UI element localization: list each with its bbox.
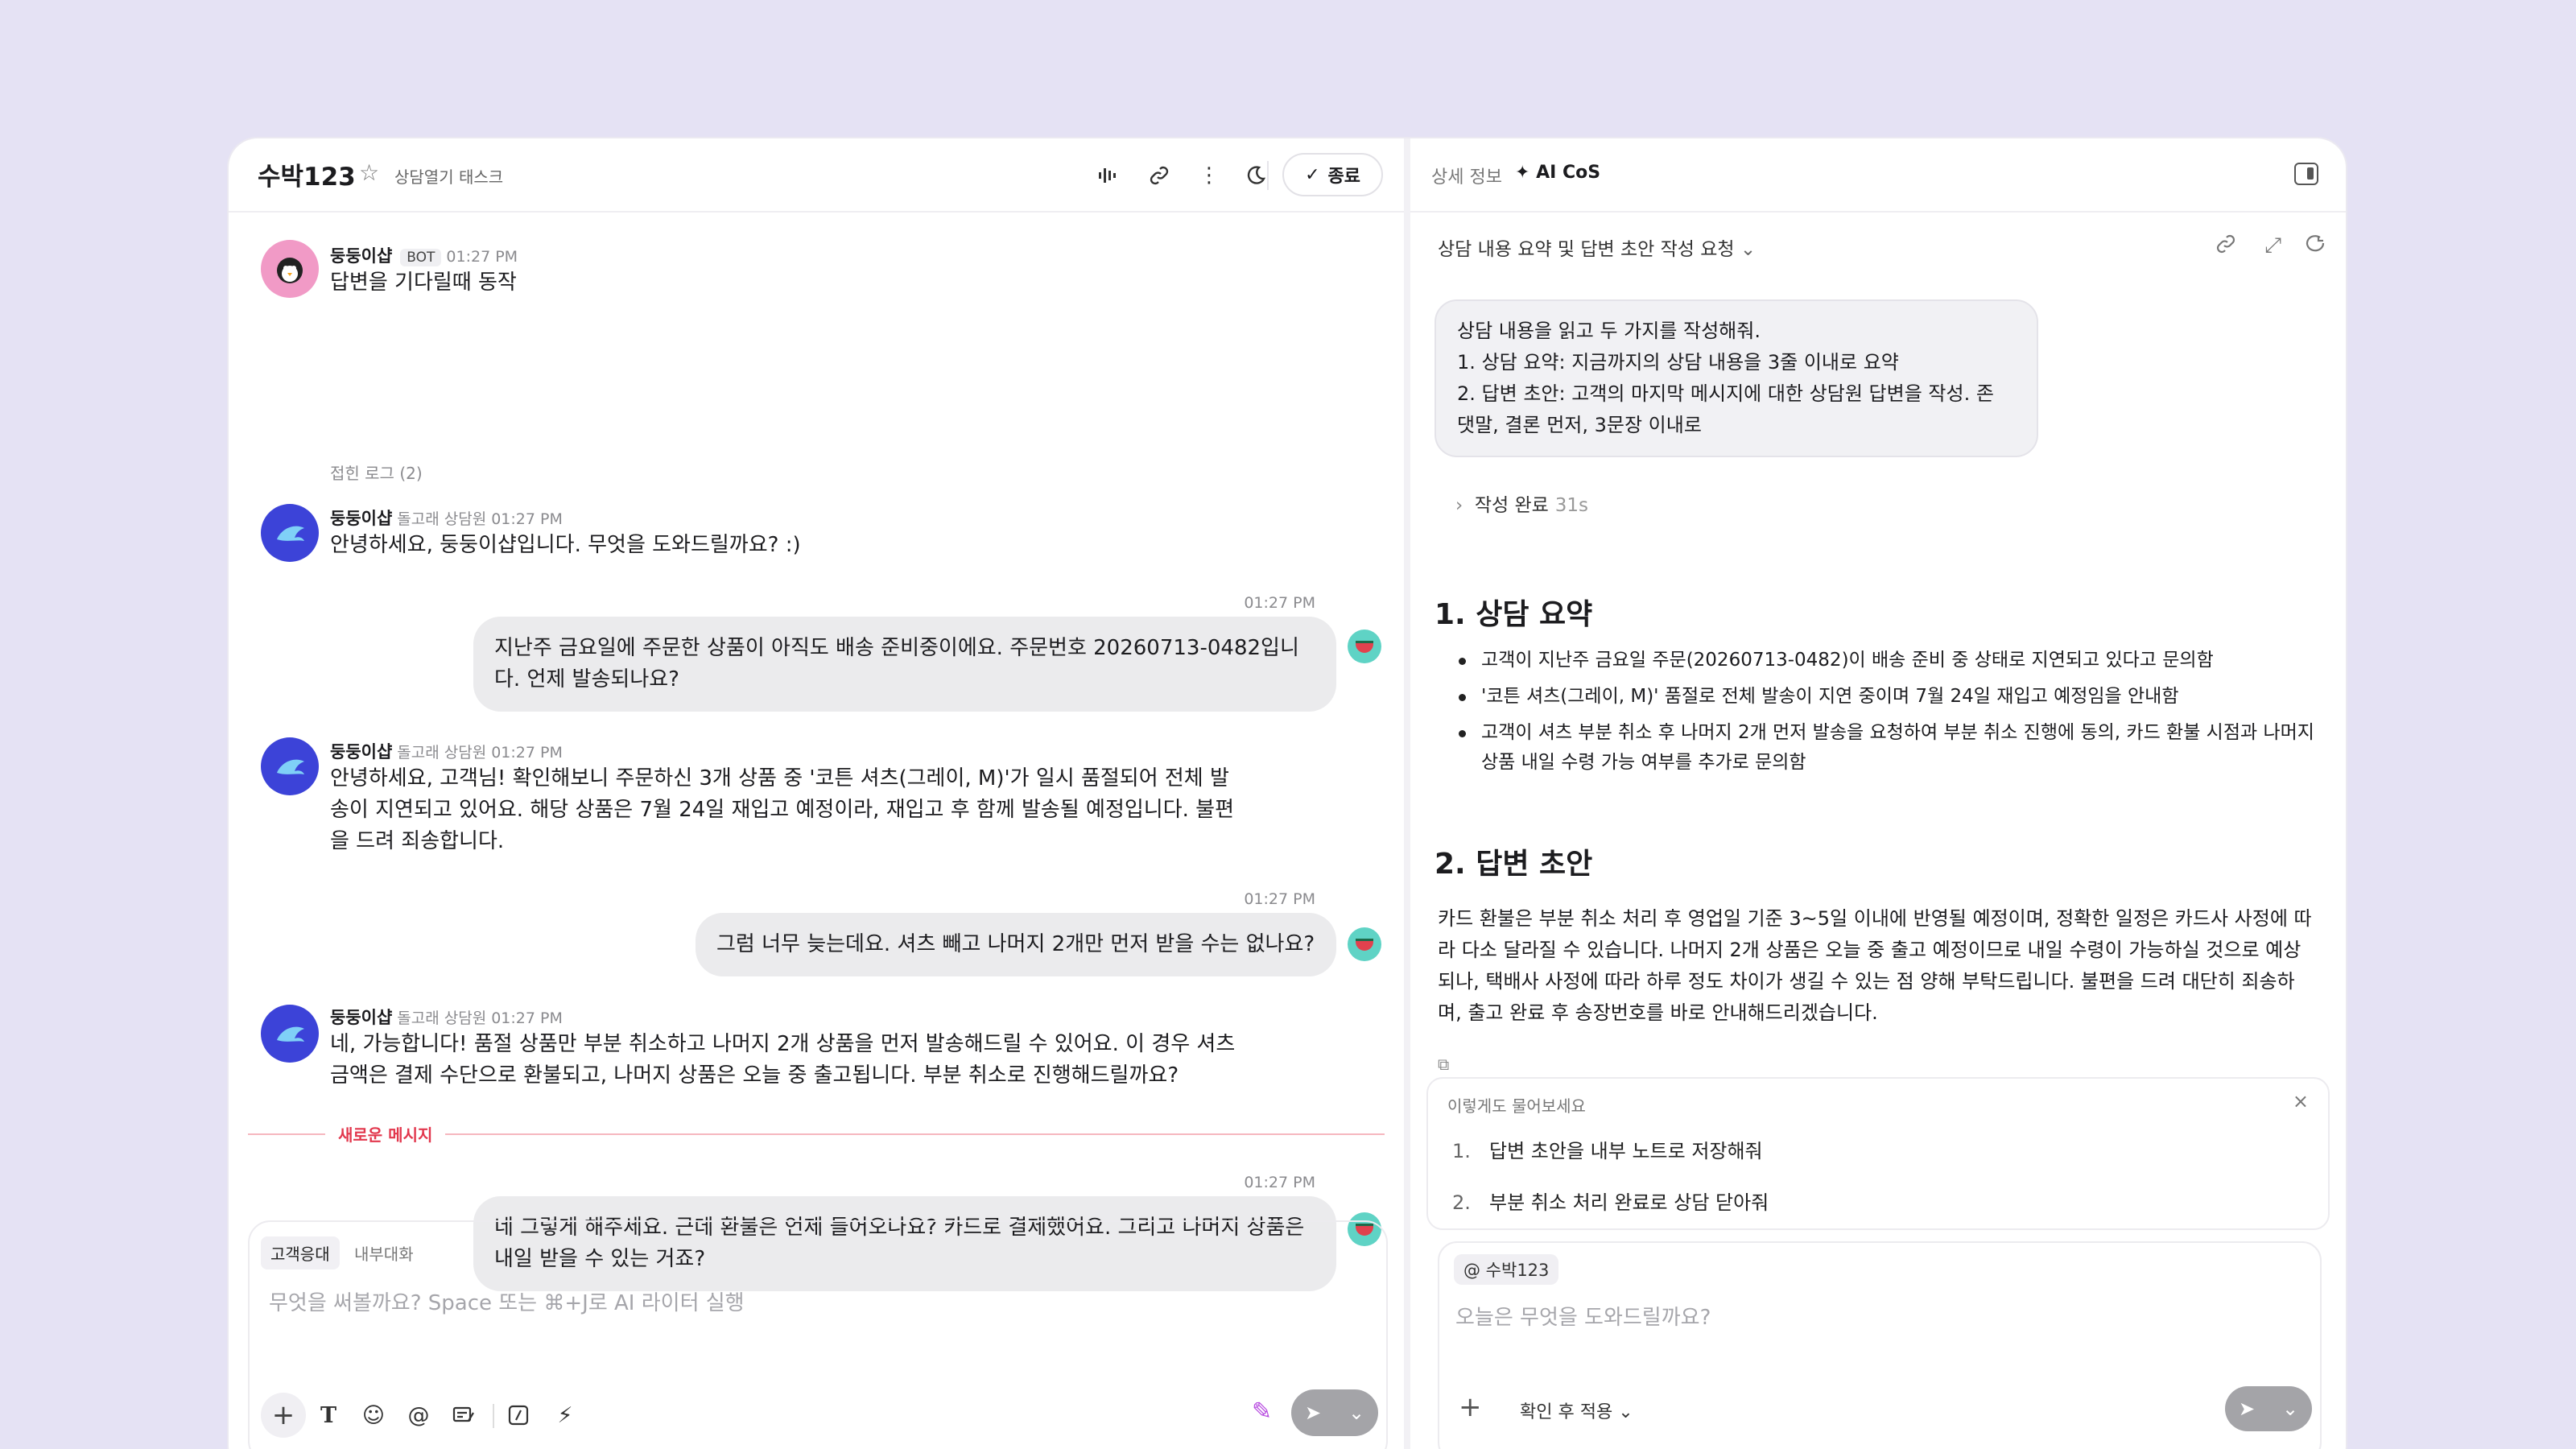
close-icon[interactable]: ×	[2293, 1090, 2309, 1113]
send-button[interactable]: ➤ ⌄	[1291, 1389, 1378, 1436]
agent-message-text: 안녕하세요, 고객님! 확인해보니 주문하신 3개 상품 중 '코튼 셔츠(그레…	[330, 766, 1235, 853]
agent-message-text: 네, 가능합니다! 품절 상품만 부분 취소하고 나머지 2개 상품을 먼저 발…	[330, 1032, 1236, 1088]
send-icon: ➤	[1304, 1402, 1322, 1424]
chevron-right-icon: ›	[1455, 495, 1463, 516]
check-icon: ✓	[1305, 164, 1320, 185]
panel-toggle-icon[interactable]	[2294, 163, 2318, 185]
agent-avatar	[261, 504, 319, 562]
ai-input[interactable]: 오늘은 무엇을 도와드릴까요?	[1455, 1301, 1711, 1331]
draft-reply-text: 카드 환불은 부분 취소 처리 후 영업일 기준 3~5일 이내에 반영될 예정…	[1438, 907, 2312, 1024]
ai-panel: 상세 정보 ✦ AI CoS 상담 내용 요약 및 답변 초안 작성 요청 ⌄ …	[1410, 138, 2346, 1449]
ai-send-button[interactable]: ➤ ⌄	[2225, 1386, 2312, 1431]
copy-icon[interactable]: ⧉	[1438, 1055, 1449, 1074]
tab-customer-reply[interactable]: 고객응대	[261, 1236, 340, 1269]
request-selector[interactable]: 상담 내용 요약 및 답변 초안 작성 요청 ⌄	[1438, 233, 1756, 261]
list-item: '코튼 셔츠(그레이, M)' 품절로 전체 발송이 지연 중이며 7월 24일…	[1454, 682, 2315, 712]
slash-command-icon[interactable]	[501, 1397, 536, 1433]
chat-header: 수박123 ☆ 상담열기 태스크 ⋮ ✓ 종료	[229, 138, 1404, 213]
ai-composer: @ 수박123 오늘은 무엇을 도와드릴까요? + 확인 후 적용 ⌄ ➤ ⌄	[1438, 1241, 2322, 1449]
send-icon: ➤	[2238, 1397, 2256, 1420]
chevron-down-icon: ⌄	[1618, 1402, 1633, 1422]
more-vertical-icon[interactable]: ⋮	[1191, 158, 1227, 193]
expand-icon[interactable]: ⤢	[2264, 233, 2281, 258]
add-attachment-button[interactable]: +	[261, 1393, 306, 1438]
mention-icon[interactable]: @	[401, 1397, 436, 1433]
emoji-icon[interactable]: ☺	[356, 1397, 391, 1433]
link-icon[interactable]	[1141, 158, 1177, 193]
summary-heading: 1. 상담 요약	[1435, 598, 1593, 631]
ai-panel-header: 상세 정보 ✦ AI CoS	[1410, 138, 2346, 213]
message-composer: 고객응대 내부대화 무엇을 써볼까요? Space 또는 ⌘+J로 AI 라이터…	[248, 1220, 1388, 1449]
context-chip[interactable]: @ 수박123	[1454, 1254, 1559, 1285]
audio-wave-icon[interactable]	[1090, 158, 1125, 193]
bot-name: 둥둥이샵 BOT 01:27 PM	[330, 246, 518, 266]
chat-title: 수박123	[258, 163, 356, 192]
message-timestamp: 01:27 PM	[1244, 890, 1315, 908]
summary-list: 고객이 지난주 금요일 주문(20260713-0482)이 배송 준비 중 상…	[1454, 646, 2315, 784]
agent-avatar	[261, 1005, 319, 1063]
end-chat-button[interactable]: ✓ 종료	[1282, 153, 1383, 196]
bot-badge: BOT	[400, 249, 442, 266]
star-icon[interactable]: ☆	[359, 159, 379, 186]
chevron-down-icon: ⌄	[1740, 239, 1757, 260]
message-timestamp: 01:27 PM	[1244, 1174, 1315, 1191]
bot-message-text: 답변을 기다릴때 동작	[330, 270, 517, 295]
quick-action-bolt-icon[interactable]: ⚡	[547, 1397, 583, 1433]
chevron-down-icon[interactable]: ⌄	[1348, 1402, 1364, 1424]
completion-status[interactable]: › 작성 완료 31s	[1455, 489, 1588, 517]
add-icon[interactable]: +	[1459, 1391, 1482, 1423]
agent-avatar	[261, 737, 319, 795]
customer-message-bubble: 그럼 너무 늦는데요. 셔츠 빼고 나머지 2개만 먼저 받을 수는 없나요?	[696, 913, 1336, 976]
user-prompt-bubble: 상담 내용을 읽고 두 가지를 작성해줘. 1. 상담 요약: 지금까지의 상담…	[1435, 299, 2038, 457]
end-label: 종료	[1327, 167, 1360, 187]
template-icon[interactable]	[446, 1397, 481, 1433]
tab-ai-cos[interactable]: ✦ AI CoS	[1515, 163, 1600, 183]
snooze-moon-icon[interactable]	[1238, 158, 1274, 193]
ai-writer-icon[interactable]: ✎	[1252, 1397, 1272, 1426]
customer-avatar	[1348, 927, 1381, 961]
list-item: 고객이 지난주 금요일 주문(20260713-0482)이 배송 준비 중 상…	[1454, 646, 2315, 675]
bot-avatar	[261, 240, 319, 298]
agent-name: 둥둥이샵 돌고래 상담원 01:27 PM	[330, 509, 563, 528]
sparkle-icon: ✦	[1515, 163, 1537, 183]
suggestion-item[interactable]: 1. 답변 초안을 내부 노트로 저장해줘	[1452, 1135, 1763, 1163]
draft-heading: 2. 답변 초안	[1435, 848, 1593, 881]
new-message-label: 새로운 메시지	[325, 1122, 446, 1146]
agent-name: 둥둥이샵 돌고래 상담원 01:27 PM	[330, 1008, 563, 1027]
toolbar-divider	[493, 1404, 494, 1428]
suggestions-title: 이렇게도 물어보세요	[1447, 1096, 1586, 1116]
agent-message-text: 안녕하세요, 둥둥이샵입니다. 무엇을 도와드릴까요? :)	[330, 533, 801, 557]
chat-subtitle: 상담열기 태스크	[394, 167, 504, 187]
suggestions-panel: 이렇게도 물어보세요 × 1. 답변 초안을 내부 노트로 저장해줘 2. 부분 취…	[1426, 1077, 2330, 1230]
list-item: 고객이 셔츠 부분 취소 후 나머지 2개 먼저 발송을 요청하여 부분 취소 …	[1454, 718, 2315, 778]
text-format-icon[interactable]: T	[311, 1397, 346, 1433]
customer-message-bubble: 지난주 금요일에 주문한 상품이 아직도 배송 준비중이에요. 주문번호 202…	[473, 617, 1336, 712]
chevron-down-icon[interactable]: ⌄	[2282, 1397, 2298, 1420]
customer-avatar	[1348, 630, 1381, 663]
new-chat-icon[interactable]	[2304, 233, 2326, 260]
apply-mode-selector[interactable]: 확인 후 적용 ⌄	[1520, 1397, 1633, 1423]
agent-name: 둥둥이샵 돌고래 상담원 01:27 PM	[330, 742, 563, 762]
suggestion-item[interactable]: 2. 부분 취소 처리 완료로 상담 닫아줘	[1452, 1187, 1769, 1215]
collapsed-log-toggle[interactable]: 접힌 로그 (2)	[330, 460, 423, 484]
link-icon[interactable]	[2215, 233, 2236, 260]
tab-details[interactable]: 상세 정보	[1431, 163, 1502, 188]
panel-divider	[1404, 138, 1410, 1449]
chat-panel: 수박123 ☆ 상담열기 태스크 ⋮ ✓ 종료 둥둥이샵 BOT 01:27 PM	[229, 138, 1404, 1449]
message-timestamp: 01:27 PM	[1244, 594, 1315, 612]
tab-internal-chat[interactable]: 내부대화	[345, 1236, 423, 1269]
message-input[interactable]: 무엇을 써볼까요? Space 또는 ⌘+J로 AI 라이터 실행	[269, 1286, 745, 1316]
app-window: 수박123 ☆ 상담열기 태스크 ⋮ ✓ 종료 둥둥이샵 BOT 01:27 PM	[229, 138, 2346, 1449]
